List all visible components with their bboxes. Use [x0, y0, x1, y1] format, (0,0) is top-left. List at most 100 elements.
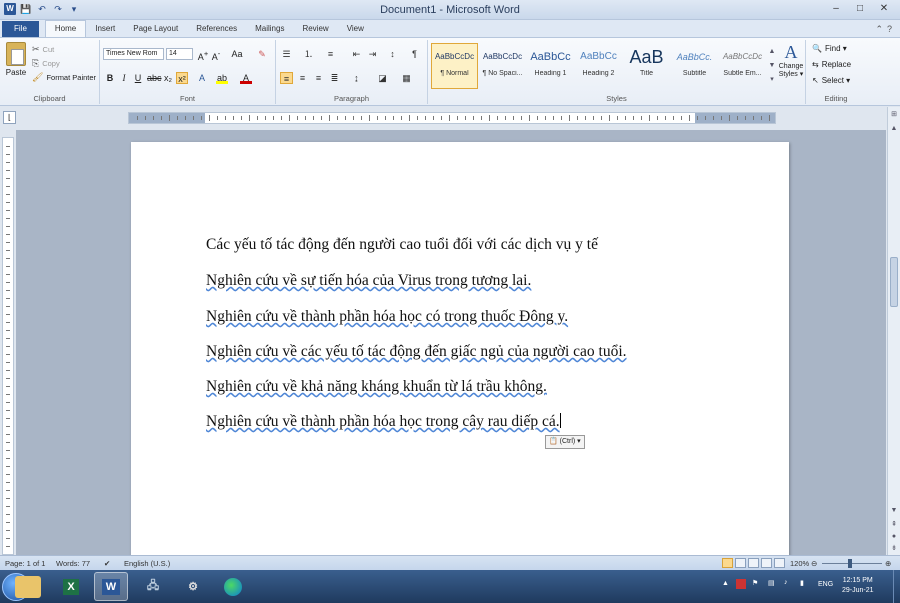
network-taskbar-icon[interactable]: 🖧	[136, 572, 170, 601]
align-left-icon[interactable]: ≡	[280, 72, 293, 84]
edge-taskbar-icon[interactable]	[216, 572, 250, 601]
select-button[interactable]: ↖ Select ▾	[812, 76, 850, 85]
tab-page-layout[interactable]: Page Layout	[124, 21, 187, 37]
style-heading-1[interactable]: AaBbCc Heading 1	[527, 43, 574, 89]
zoom-slider-knob[interactable]	[848, 559, 852, 568]
change-case-icon[interactable]: Aa	[231, 48, 243, 60]
replace-button[interactable]: ⇆ Replace	[812, 60, 851, 69]
subscript-icon[interactable]: x₂	[162, 72, 174, 84]
zoom-slider[interactable]	[822, 563, 882, 564]
style-no-spacing[interactable]: AaBbCcDc ¶ No Spaci...	[479, 43, 526, 89]
doc-line-4[interactable]: Nghiên cứu về các yếu tố tác động đến gi…	[206, 343, 627, 361]
sort-icon[interactable]: ↕	[386, 48, 399, 60]
align-center-icon[interactable]: ≡	[296, 72, 309, 84]
bullets-icon[interactable]: ☰	[280, 48, 293, 60]
zoom-out-icon[interactable]: ⊖	[811, 559, 817, 568]
tab-review[interactable]: Review	[293, 21, 337, 37]
tab-references[interactable]: References	[187, 21, 246, 37]
align-right-icon[interactable]: ≡	[312, 72, 325, 84]
tab-insert[interactable]: Insert	[86, 21, 124, 37]
tab-selector-icon[interactable]: ⌊	[3, 111, 16, 124]
change-styles-button[interactable]: A Change Styles ▾	[776, 42, 806, 79]
shading-icon[interactable]: ◪	[376, 72, 389, 84]
outline-view-icon[interactable]	[761, 558, 772, 568]
style-heading-2[interactable]: AaBbCc Heading 2	[575, 43, 622, 89]
style-title[interactable]: AaB Title	[623, 43, 670, 89]
maximize-button[interactable]: □	[848, 2, 872, 16]
paste-options-button[interactable]: 📋 (Ctrl) ▾	[545, 435, 585, 449]
multilevel-list-icon[interactable]: ≡	[324, 48, 337, 60]
tray-flag-icon[interactable]: ⚑	[752, 579, 758, 587]
styles-scroll-icon[interactable]: ▲ ▼ ▾	[768, 45, 776, 89]
doc-line-5[interactable]: Nghiên cứu về khả năng kháng khuẩn từ lá…	[206, 378, 547, 396]
clock[interactable]: 12:15 PM 29-Jun-21	[842, 576, 874, 596]
style-normal[interactable]: AaBbCcDc ¶ Normal	[431, 43, 478, 89]
decrease-indent-icon[interactable]: ⇤	[350, 48, 363, 60]
tab-view[interactable]: View	[338, 21, 373, 37]
web-layout-icon[interactable]	[748, 558, 759, 568]
shrink-font-icon[interactable]: A-	[210, 48, 222, 62]
text-effects-icon[interactable]: A	[196, 72, 208, 84]
excel-taskbar-icon[interactable]: X	[54, 572, 88, 601]
font-name-combo[interactable]: Times New Rom	[103, 48, 164, 60]
word-count[interactable]: Words: 77	[56, 559, 90, 568]
increase-indent-icon[interactable]: ⇥	[366, 48, 379, 60]
tray-app-icon[interactable]	[736, 579, 746, 589]
proofing-icon[interactable]: ✔	[104, 559, 110, 568]
doc-line-1[interactable]: Các yếu tố tác động đến người cao tuổi đ…	[206, 236, 598, 254]
full-screen-reading-icon[interactable]	[735, 558, 746, 568]
horizontal-ruler[interactable]	[128, 112, 776, 124]
settings-taskbar-icon[interactable]: ⚙	[176, 572, 210, 601]
format-painter-button[interactable]: 🖌 Format Painter	[32, 72, 96, 83]
tray-network-icon[interactable]: ▤	[768, 579, 775, 587]
superscript-icon[interactable]: x²	[176, 72, 188, 84]
help-icon[interactable]: ?	[887, 24, 892, 34]
page-count[interactable]: Page: 1 of 1	[5, 559, 45, 568]
language-indicator[interactable]: English (U.S.)	[124, 559, 170, 568]
minimize-ribbon-icon[interactable]: ⌃	[875, 24, 883, 35]
doc-line-6[interactable]: Nghiên cứu về thành phần hóa học trong c…	[206, 413, 561, 431]
tray-battery-icon[interactable]: ▮	[800, 579, 804, 587]
find-button[interactable]: 🔍 Find ▾	[812, 44, 847, 53]
clear-formatting-icon[interactable]: ✎	[256, 48, 268, 60]
scroll-thumb[interactable]	[890, 257, 898, 307]
borders-icon[interactable]: ▦	[400, 72, 413, 84]
bold-icon[interactable]: B	[104, 72, 116, 84]
browse-object-icon[interactable]: ●	[888, 531, 900, 543]
doc-line-2[interactable]: Nghiên cứu về sự tiến hóa của Virus tron…	[206, 272, 531, 290]
highlight-icon[interactable]: ab	[216, 72, 228, 84]
show-formatting-icon[interactable]: ¶	[408, 48, 421, 60]
vertical-scrollbar[interactable]: ⊞ ▲ ▼ ⇞ ● ⇟	[887, 107, 900, 555]
zoom-in-icon[interactable]: ⊕	[885, 559, 891, 568]
tray-arrow-icon[interactable]: ▲	[722, 580, 729, 587]
draft-view-icon[interactable]	[774, 558, 785, 568]
next-page-icon[interactable]: ⇟	[888, 543, 900, 555]
font-size-combo[interactable]: 14	[166, 48, 193, 60]
file-explorer-icon[interactable]	[15, 576, 41, 598]
tab-home[interactable]: Home	[44, 20, 87, 37]
font-color-icon[interactable]: A	[240, 72, 252, 84]
document-page[interactable]: Các yếu tố tác động đến người cao tuổi đ…	[131, 142, 789, 562]
numbering-icon[interactable]: ⒈	[302, 48, 315, 60]
show-desktop-button[interactable]	[893, 570, 900, 603]
zoom-level[interactable]: 120%	[790, 559, 809, 568]
underline-icon[interactable]: U	[132, 72, 144, 84]
copy-button[interactable]: ⎘ Copy	[32, 58, 60, 69]
strikethrough-icon[interactable]: abc	[147, 72, 162, 84]
language-bar[interactable]: ENG	[818, 581, 833, 588]
vertical-ruler[interactable]	[2, 137, 14, 555]
style-subtle-emphasis[interactable]: AaBbCcDc Subtle Em...	[719, 43, 766, 89]
cut-button[interactable]: ✂ Cut	[32, 44, 54, 55]
scroll-down-icon[interactable]: ▼	[888, 505, 900, 517]
grow-font-icon[interactable]: A+	[197, 48, 209, 62]
ruler-toggle-icon[interactable]: ⊞	[888, 109, 900, 121]
line-spacing-icon[interactable]: ↨	[350, 72, 363, 84]
doc-line-3[interactable]: Nghiên cứu về thành phần hóa học có tron…	[206, 308, 568, 326]
italic-icon[interactable]: I	[118, 72, 130, 84]
paste-button[interactable]: Paste	[4, 42, 28, 77]
tab-mailings[interactable]: Mailings	[246, 21, 293, 37]
word-taskbar-icon[interactable]: W	[94, 572, 128, 601]
justify-icon[interactable]: ≣	[328, 72, 341, 84]
tab-file[interactable]: File	[2, 21, 39, 37]
print-layout-view-icon[interactable]	[722, 558, 733, 568]
